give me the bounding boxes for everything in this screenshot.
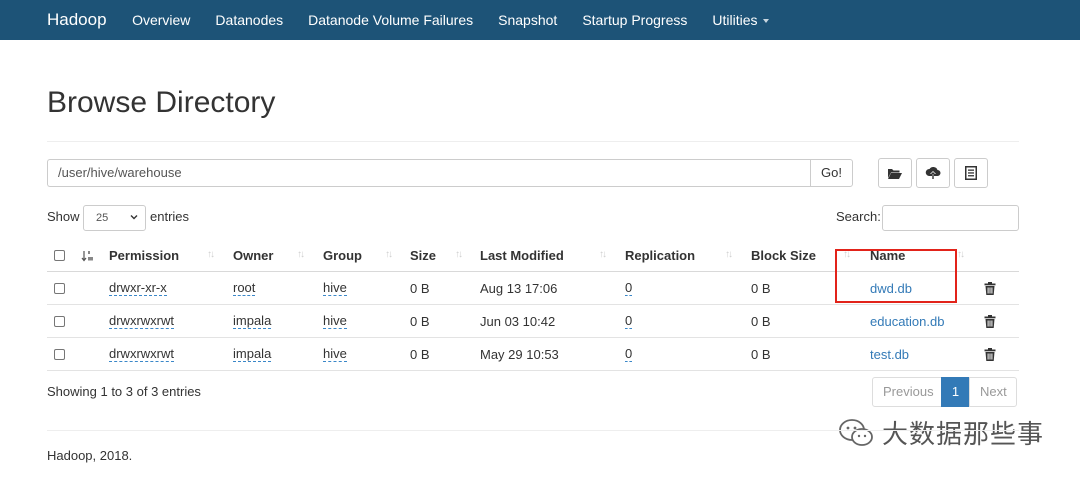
- group-cell[interactable]: hive: [323, 346, 347, 362]
- delete-button[interactable]: [984, 305, 996, 337]
- block-size-cell: 0 B: [751, 346, 771, 362]
- chevron-down-icon: [130, 215, 138, 220]
- column-header-size[interactable]: Size: [410, 240, 436, 271]
- checkbox-box: [54, 250, 65, 261]
- sort-arrows-icon[interactable]: ↑↓: [297, 249, 305, 260]
- size-cell: 0 B: [410, 280, 430, 296]
- create-directory-button[interactable]: [878, 158, 912, 188]
- name-link[interactable]: test.db: [870, 338, 909, 370]
- entries-label: entries: [150, 209, 190, 224]
- block-size-cell: 0 B: [751, 313, 771, 329]
- watermark-text: 大数据那些事: [882, 419, 1045, 449]
- permission-cell[interactable]: drwxrwxrwt: [109, 313, 174, 329]
- table-row: drwxrwxrwt impala hive 0 B Jun 03 10:42 …: [47, 305, 1019, 338]
- wechat-icon: [839, 418, 873, 446]
- owner-cell[interactable]: impala: [233, 346, 272, 362]
- replication-cell[interactable]: 0: [625, 346, 633, 362]
- sort-icon[interactable]: [81, 240, 95, 271]
- brand-link[interactable]: Hadoop: [47, 10, 107, 30]
- cut-paste-button[interactable]: [954, 158, 988, 188]
- size-cell: 0 B: [410, 313, 430, 329]
- folder-open-icon: [888, 168, 902, 179]
- trash-icon: [984, 347, 996, 361]
- sort-arrows-icon[interactable]: ↑↓: [207, 249, 215, 260]
- name-link[interactable]: education.db: [870, 305, 944, 337]
- previous-page-button[interactable]: Previous: [872, 377, 942, 407]
- column-header-group[interactable]: Group: [323, 240, 362, 271]
- column-header-permission[interactable]: Permission: [109, 240, 179, 271]
- group-cell[interactable]: hive: [323, 280, 347, 296]
- page-1-button[interactable]: 1: [941, 377, 970, 407]
- column-header-owner[interactable]: Owner: [233, 240, 273, 271]
- select-all-checkbox[interactable]: [54, 240, 65, 271]
- trash-icon: [984, 281, 996, 295]
- sort-arrows-icon[interactable]: ↑↓: [599, 249, 607, 260]
- size-cell: 0 B: [410, 346, 430, 362]
- replication-cell[interactable]: 0: [625, 280, 633, 296]
- block-size-cell: 0 B: [751, 280, 771, 296]
- search-label: Search:: [836, 209, 881, 224]
- nav-datanodes[interactable]: Datanodes: [215, 12, 283, 28]
- row-checkbox[interactable]: [54, 272, 65, 304]
- page-size-value: 25: [96, 212, 109, 224]
- sort-arrows-icon[interactable]: ↑↓: [455, 249, 463, 260]
- title-divider: [47, 141, 1019, 142]
- nav-utilities-dropdown[interactable]: Utilities: [712, 12, 769, 28]
- owner-cell[interactable]: root: [233, 280, 256, 296]
- nav-datanode-volume-failures[interactable]: Datanode Volume Failures: [308, 12, 473, 28]
- replication-cell[interactable]: 0: [625, 313, 633, 329]
- go-button[interactable]: Go!: [810, 159, 853, 187]
- column-header-last-modified[interactable]: Last Modified: [480, 240, 564, 271]
- top-navbar: Hadoop Overview Datanodes Datanode Volum…: [0, 0, 1080, 40]
- checkbox-box: [54, 315, 65, 327]
- sort-numeric-icon: [81, 250, 93, 261]
- permission-cell[interactable]: drwxrwxrwt: [109, 346, 174, 362]
- trash-icon: [984, 314, 996, 328]
- nav-utilities-label: Utilities: [712, 12, 758, 28]
- table-row: drwxrwxrwt impala hive 0 B May 29 10:53 …: [47, 338, 1019, 371]
- nav-snapshot[interactable]: Snapshot: [498, 12, 557, 28]
- delete-button[interactable]: [984, 338, 996, 370]
- annotation-highlight-box: [835, 249, 957, 303]
- owner-cell[interactable]: impala: [233, 313, 272, 329]
- upload-button[interactable]: [916, 158, 950, 188]
- permission-cell[interactable]: drwxr-xr-x: [109, 280, 167, 296]
- cloud-upload-icon: [925, 166, 941, 179]
- pagination: Previous 1 Next: [872, 377, 1017, 407]
- modified-cell: Jun 03 10:42: [480, 313, 556, 329]
- row-checkbox[interactable]: [54, 338, 65, 370]
- list-alt-icon: [965, 166, 977, 180]
- next-page-button[interactable]: Next: [969, 377, 1017, 407]
- column-header-replication[interactable]: Replication: [625, 240, 695, 271]
- table-info: Showing 1 to 3 of 3 entries: [47, 384, 201, 399]
- nav-overview[interactable]: Overview: [132, 12, 190, 28]
- show-label: Show: [47, 209, 80, 224]
- sort-arrows-icon[interactable]: ↑↓: [957, 249, 965, 260]
- checkbox-box: [54, 282, 65, 294]
- row-checkbox[interactable]: [54, 305, 65, 337]
- delete-button[interactable]: [984, 272, 996, 304]
- modified-cell: Aug 13 17:06: [480, 280, 558, 296]
- page-title: Browse Directory: [47, 86, 276, 119]
- modified-cell: May 29 10:53: [480, 346, 559, 362]
- checkbox-box: [54, 348, 65, 360]
- page-size-select[interactable]: 25: [83, 205, 146, 231]
- watermark: 大数据那些事: [838, 414, 1044, 451]
- search-input[interactable]: [882, 205, 1019, 231]
- column-header-block-size[interactable]: Block Size: [751, 240, 816, 271]
- group-cell[interactable]: hive: [323, 313, 347, 329]
- nav-startup-progress[interactable]: Startup Progress: [582, 12, 687, 28]
- directory-path-input[interactable]: /user/hive/warehouse: [47, 159, 810, 187]
- footer-divider: [47, 430, 1019, 431]
- caret-down-icon: [762, 19, 769, 24]
- sort-arrows-icon[interactable]: ↑↓: [385, 249, 393, 260]
- sort-arrows-icon[interactable]: ↑↓: [725, 249, 733, 260]
- footer-text: Hadoop, 2018.: [47, 448, 133, 463]
